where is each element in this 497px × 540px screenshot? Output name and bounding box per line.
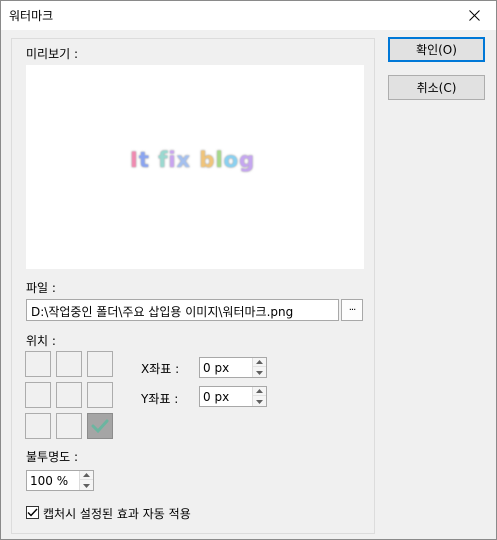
position-cell[interactable] [87,351,113,377]
opacity-value: 100 % [30,474,69,488]
position-cell[interactable] [56,351,82,377]
position-label: 위치 : [26,334,56,348]
position-cell[interactable] [25,413,51,439]
window-title: 워터마크 [9,9,54,23]
watermark-letter: I [130,148,139,172]
watermark-letter: g [239,148,256,172]
x-coord-value: 0 px [203,361,230,375]
close-icon [468,10,480,21]
x-coord-spinner[interactable]: 0 px [199,357,267,378]
opacity-decrease-button[interactable] [80,481,93,490]
checkmark-icon [91,419,109,434]
y-coord-label: Y좌표 : [141,392,179,406]
file-path-input[interactable]: D:\작업중인 폴더\주요 삽입용 이미지\워터마크.png [26,299,339,321]
arrow-down-icon [256,399,263,404]
arrow-up-icon [83,473,90,477]
watermark-letter: o [223,148,240,172]
position-cell[interactable] [25,382,51,408]
arrow-up-icon [256,360,263,364]
watermark-letter: t [138,148,150,172]
file-label: 파일 : [26,281,56,295]
x-coord-label: X좌표 : [141,362,180,376]
preview-label: 미리보기 : [26,47,79,61]
watermark-letter: l [215,148,224,172]
ellipsis-icon: ··· [348,304,356,316]
arrow-down-icon [83,483,90,488]
opacity-label: 불투명도 : [26,450,79,464]
auto-apply-label[interactable]: 캡처시 설정된 효과 자동 적용 [43,505,191,522]
position-cell[interactable] [56,382,82,408]
watermark-letter: i [168,148,177,172]
watermark-letter: f [158,148,169,172]
checkmark-icon [27,508,38,517]
position-cell[interactable] [25,351,51,377]
position-cell[interactable] [87,413,113,439]
watermark-dialog: 워터마크 미리보기 : It fix blog 파일 : D:\작업중인 폴더\… [0,0,497,540]
y-increase-button[interactable] [253,387,266,396]
close-button[interactable] [452,1,496,30]
x-increase-button[interactable] [253,358,266,367]
auto-apply-checkbox[interactable] [26,506,39,519]
position-cell[interactable] [56,413,82,439]
opacity-increase-button[interactable] [80,471,93,480]
y-coord-spinner[interactable]: 0 px [199,386,267,407]
x-decrease-button[interactable] [253,368,266,377]
browse-button[interactable]: ··· [341,299,363,321]
watermark-preview-text: It fix blog [130,148,255,172]
y-coord-value: 0 px [203,390,230,404]
preview-area: It fix blog [26,65,364,269]
y-decrease-button[interactable] [253,397,266,406]
opacity-spinner[interactable]: 100 % [26,470,94,491]
watermark-letter [150,148,158,172]
cancel-button[interactable]: 취소(C) [388,75,485,100]
watermark-letter: b [199,148,216,172]
title-bar: 워터마크 [1,1,496,30]
arrow-up-icon [256,389,263,393]
watermark-letter: x [176,148,192,172]
arrow-down-icon [256,370,263,375]
position-cell[interactable] [87,382,113,408]
ok-button[interactable]: 확인(O) [388,37,485,62]
